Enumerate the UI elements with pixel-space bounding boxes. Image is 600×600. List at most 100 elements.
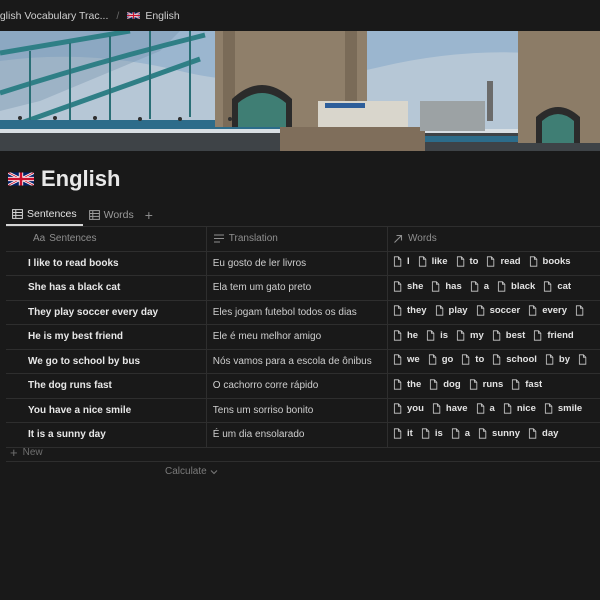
word-link[interactable]: to [456, 256, 478, 267]
word-label: we [407, 354, 420, 366]
word-link[interactable]: to [461, 354, 484, 365]
calculate-button[interactable]: Calculate [165, 466, 218, 477]
column-header-translation[interactable]: Translation [206, 227, 389, 252]
word-link[interactable]: sunny [478, 428, 520, 439]
word-link[interactable]: he [393, 330, 418, 341]
translation-cell[interactable]: Ele é meu melhor amigo [206, 324, 389, 350]
word-link[interactable]: fast [511, 379, 542, 390]
column-header-words[interactable]: Words [387, 227, 600, 252]
word-link[interactable]: every [528, 305, 567, 316]
word-link[interactable]: like [418, 256, 448, 267]
table-row[interactable]: They play soccer every day Eles jogam fut… [6, 300, 600, 325]
table-row[interactable]: The dog runs fast O cachorro corre rápido… [6, 373, 600, 399]
table-row[interactable]: You have a nice smile Tens um sorriso bon… [6, 398, 600, 423]
word-label: is [440, 329, 449, 341]
translation-cell[interactable]: É um dia ensolarado [206, 422, 389, 448]
word-link[interactable]: books [529, 256, 571, 267]
word-link[interactable]: have [432, 403, 468, 414]
word-link[interactable]: school [492, 354, 537, 365]
column-header-sentences[interactable]: Aa Sentences [6, 227, 207, 252]
translation-cell[interactable]: Eles jogam futebol todos os dias [206, 300, 389, 325]
word-link[interactable]: cat [543, 281, 571, 292]
word-link[interactable]: friend [533, 330, 574, 341]
translation-cell[interactable]: Ela tem um gato preto [206, 275, 389, 301]
sentence-cell[interactable]: He is my best friend [6, 324, 207, 350]
words-cell[interactable]: you have a nice smile [387, 398, 600, 423]
words-cell[interactable]: he is my best friend [387, 324, 600, 350]
word-link[interactable]: a [476, 403, 495, 414]
table-row[interactable]: She has a black cat Ela tem um gato preto… [6, 275, 600, 301]
table-row[interactable]: It is a sunny day É um dia ensolarado it is… [6, 422, 600, 448]
word-link[interactable]: black [497, 281, 535, 292]
word-link[interactable]: best [492, 330, 525, 341]
word-link[interactable]: go [428, 354, 453, 365]
page-title-text[interactable]: English [41, 166, 120, 192]
sentence-cell[interactable]: She has a black cat [6, 275, 207, 301]
translation-cell[interactable]: Nós vamos para a escola de ônibus [206, 349, 389, 374]
word-link[interactable]: I [393, 256, 410, 267]
breadcrumb-page[interactable]: English [121, 10, 185, 22]
word-link[interactable]: soccer [476, 305, 520, 316]
word-link[interactable] [575, 305, 589, 316]
translation-cell[interactable]: Eu gosto de ler livros [206, 251, 389, 276]
word-link[interactable]: we [393, 354, 420, 365]
sentence-cell[interactable]: We go to school by bus [6, 349, 207, 374]
word-link[interactable]: a [451, 428, 470, 439]
word-link[interactable]: dog [429, 379, 461, 390]
translation-cell[interactable]: O cachorro corre rápido [206, 373, 389, 399]
view-tabs: Sentences Words + [6, 203, 600, 226]
word-label: have [445, 403, 468, 415]
word-link[interactable]: my [456, 330, 484, 341]
sentence-cell[interactable]: I like to read books [6, 251, 207, 276]
word-link[interactable]: a [470, 281, 489, 292]
word-link[interactable]: it [393, 428, 413, 439]
words-cell[interactable]: she has a black cat [387, 275, 600, 301]
plus-icon: + [10, 445, 18, 460]
page-icon [469, 379, 478, 390]
word-link[interactable]: nice [503, 403, 536, 414]
translation-cell[interactable]: Tens um sorriso bonito [206, 398, 389, 423]
words-cell[interactable]: they play soccer every [387, 300, 600, 325]
table-row[interactable]: I like to read books Eu gosto de ler livr… [6, 251, 600, 276]
word-link[interactable]: runs [469, 379, 503, 390]
breadcrumb-workspace[interactable]: nglish Vocabulary Trac... [0, 10, 114, 22]
cover-image[interactable] [0, 31, 600, 151]
new-row-button[interactable]: + New [10, 445, 43, 460]
word-link[interactable]: has [431, 281, 462, 292]
word-link[interactable]: by [545, 354, 570, 365]
tab-words[interactable]: Words [83, 203, 140, 226]
sentence-cell[interactable]: The dog runs fast [6, 373, 207, 399]
words-cell[interactable]: the dog runs fast [387, 373, 600, 399]
words-cell[interactable]: it is a sunny day [387, 422, 600, 448]
word-link[interactable]: play [435, 305, 468, 316]
word-link[interactable]: smile [544, 403, 582, 414]
page-icon [461, 354, 470, 365]
word-link[interactable] [578, 354, 592, 365]
table-row[interactable]: He is my best friend Ele é meu melhor ami… [6, 324, 600, 350]
sentence-cell[interactable]: They play soccer every day [6, 300, 207, 325]
table-footer-divider [6, 461, 600, 462]
word-label: every [542, 305, 568, 317]
words-cell[interactable]: Ilike to read books [387, 251, 600, 276]
word-link[interactable]: is [421, 428, 443, 439]
page-icon [529, 256, 538, 267]
word-link[interactable]: is [426, 330, 448, 341]
word-link[interactable]: she [393, 281, 423, 292]
tab-sentences[interactable]: Sentences [6, 203, 83, 226]
word-link[interactable]: day [528, 428, 558, 439]
word-label: a [489, 403, 495, 415]
words-cell[interactable]: we go to school by [387, 349, 600, 374]
word-label: to [475, 354, 485, 366]
word-link[interactable]: read [486, 256, 521, 267]
word-label: school [506, 354, 537, 366]
add-view-button[interactable]: + [140, 207, 158, 223]
page-icon [393, 379, 402, 390]
sentence-cell[interactable]: You have a nice smile [6, 398, 207, 423]
page-icon [429, 379, 438, 390]
page-icon [421, 428, 430, 439]
word-link[interactable]: the [393, 379, 421, 390]
table-row[interactable]: We go to school by bus Nós vamos para a e… [6, 349, 600, 374]
sentence-cell[interactable]: It is a sunny day [6, 422, 207, 448]
word-link[interactable]: you [393, 403, 424, 414]
word-link[interactable]: they [393, 305, 427, 316]
